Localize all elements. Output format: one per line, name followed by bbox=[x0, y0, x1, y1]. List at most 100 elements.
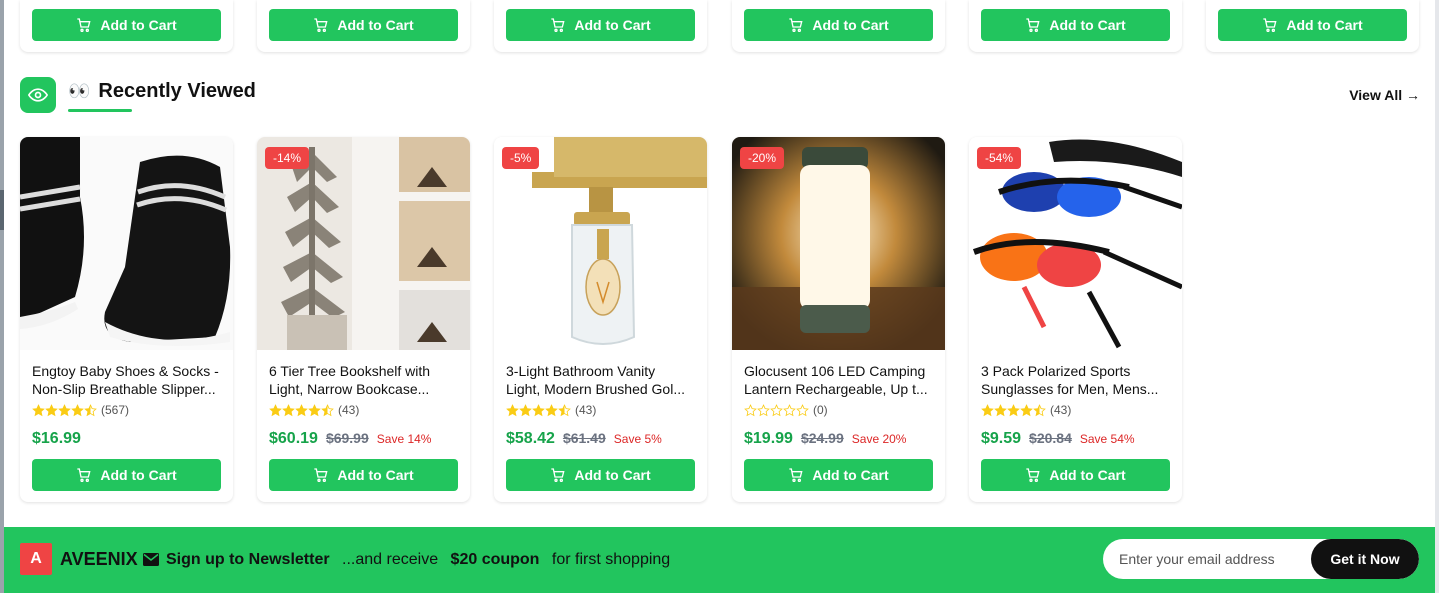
original-price: $61.49 bbox=[562, 430, 606, 446]
star-icon bbox=[783, 403, 796, 416]
star-icon bbox=[545, 403, 558, 416]
product-rating: (43) bbox=[506, 403, 596, 417]
product-card[interactable]: -54% 3 Pack Polarized Sports Sunglasses … bbox=[969, 137, 1182, 502]
star-rating-icon bbox=[506, 403, 571, 417]
add-to-cart-button[interactable]: Add to Cart bbox=[269, 459, 458, 491]
add-to-cart-label: Add to Cart bbox=[337, 467, 414, 483]
star-icon bbox=[1007, 403, 1020, 416]
brand-name[interactable]: AVEENIX bbox=[60, 549, 138, 570]
star-icon bbox=[506, 403, 519, 416]
price-row: $9.59 $20.84 Save 54% bbox=[981, 430, 1135, 448]
star-rating-icon bbox=[744, 403, 809, 417]
top-product-card: Add to Cart bbox=[494, 0, 707, 52]
star-icon bbox=[994, 403, 1007, 416]
product-card[interactable]: -20% Glocusent 106 LED Camping Lantern R… bbox=[732, 137, 945, 502]
star-icon bbox=[519, 403, 532, 416]
add-to-cart-button[interactable]: Add to Cart bbox=[506, 9, 695, 41]
add-to-cart-label: Add to Cart bbox=[1049, 17, 1126, 33]
product-image[interactable]: -14% bbox=[257, 137, 470, 350]
get-it-now-button[interactable]: Get it Now bbox=[1311, 539, 1419, 579]
product-image[interactable]: -20% bbox=[732, 137, 945, 350]
review-count: (43) bbox=[338, 403, 360, 417]
newsletter-text: Sign up to Newsletter ...and receive $20… bbox=[166, 551, 670, 569]
review-count: (43) bbox=[1050, 403, 1072, 417]
add-to-cart-label: Add to Cart bbox=[337, 17, 414, 33]
review-count: (0) bbox=[813, 403, 828, 417]
view-all-link[interactable]: View All → bbox=[1349, 87, 1420, 103]
discount-badge: -20% bbox=[740, 147, 785, 169]
product-name[interactable]: Glocusent 106 LED Camping Lantern Rechar… bbox=[744, 362, 936, 398]
eye-icon-badge bbox=[20, 77, 56, 113]
star-rating-icon bbox=[269, 403, 334, 417]
newsletter-bar: A AVEENIX Sign up to Newsletter ...and r… bbox=[4, 527, 1435, 593]
add-to-cart-label: Add to Cart bbox=[812, 17, 889, 33]
cart-icon bbox=[314, 18, 328, 32]
star-icon bbox=[58, 403, 71, 416]
eyes-emoji-icon: 👀 bbox=[68, 81, 91, 101]
cart-icon bbox=[77, 468, 91, 482]
product-rating: (43) bbox=[981, 403, 1071, 417]
price-row: $58.42 $61.49 Save 5% bbox=[506, 430, 662, 448]
star-icon bbox=[1033, 403, 1046, 416]
add-to-cart-label: Add to Cart bbox=[100, 17, 177, 33]
newsletter-coupon-text: $20 coupon bbox=[450, 551, 540, 568]
star-icon bbox=[744, 403, 757, 416]
cart-icon bbox=[1026, 468, 1040, 482]
original-price: $24.99 bbox=[800, 430, 844, 446]
cart-icon bbox=[1026, 18, 1040, 32]
star-rating-icon bbox=[32, 403, 97, 417]
product-card[interactable]: Engtoy Baby Shoes & Socks - Non-Slip Bre… bbox=[20, 137, 233, 502]
add-to-cart-button[interactable]: Add to Cart bbox=[744, 9, 933, 41]
window-left-edge bbox=[0, 0, 4, 593]
add-to-cart-button[interactable]: Add to Cart bbox=[744, 459, 933, 491]
price-row: $16.99 bbox=[32, 430, 81, 448]
brand-logo[interactable]: A bbox=[20, 543, 52, 575]
price-row: $19.99 $24.99 Save 20% bbox=[744, 430, 906, 448]
product-name[interactable]: Engtoy Baby Shoes & Socks - Non-Slip Bre… bbox=[32, 362, 224, 398]
add-to-cart-label: Add to Cart bbox=[1049, 467, 1126, 483]
add-to-cart-button[interactable]: Add to Cart bbox=[981, 9, 1170, 41]
cart-icon bbox=[314, 468, 328, 482]
add-to-cart-button[interactable]: Add to Cart bbox=[1218, 9, 1407, 41]
email-field[interactable] bbox=[1103, 539, 1323, 579]
product-rating: (0) bbox=[744, 403, 828, 417]
product-name[interactable]: 3 Pack Polarized Sports Sunglasses for M… bbox=[981, 362, 1173, 398]
add-to-cart-button[interactable]: Add to Cart bbox=[32, 459, 221, 491]
add-to-cart-label: Add to Cart bbox=[1286, 17, 1363, 33]
add-to-cart-button[interactable]: Add to Cart bbox=[32, 9, 221, 41]
cart-icon bbox=[551, 468, 565, 482]
current-price: $9.59 bbox=[981, 430, 1022, 447]
scrollbar-track[interactable] bbox=[1435, 0, 1439, 593]
section-title-underline bbox=[68, 109, 132, 112]
product-card[interactable]: -14% 6 Tier Tree Bookshelf with Light, N… bbox=[257, 137, 470, 502]
newsletter-form: Get it Now bbox=[1103, 539, 1419, 579]
star-icon bbox=[269, 403, 282, 416]
star-icon bbox=[45, 403, 58, 416]
top-product-card: Add to Cart bbox=[1206, 0, 1419, 52]
star-icon bbox=[84, 403, 97, 416]
add-to-cart-button[interactable]: Add to Cart bbox=[981, 459, 1170, 491]
cart-icon bbox=[789, 18, 803, 32]
top-product-card: Add to Cart bbox=[732, 0, 945, 52]
product-card[interactable]: -5% 3-Light Bathroom Vanity Light, Moder… bbox=[494, 137, 707, 502]
price-row: $60.19 $69.99 Save 14% bbox=[269, 430, 431, 448]
add-to-cart-button[interactable]: Add to Cart bbox=[506, 459, 695, 491]
current-price: $60.19 bbox=[269, 430, 318, 447]
add-to-cart-label: Add to Cart bbox=[574, 17, 651, 33]
product-image[interactable]: -5% bbox=[494, 137, 707, 350]
star-icon bbox=[32, 403, 45, 416]
product-image[interactable]: -54% bbox=[969, 137, 1182, 350]
newsletter-receive-text: ...and receive bbox=[342, 551, 439, 568]
top-product-card: Add to Cart bbox=[20, 0, 233, 52]
star-icon bbox=[981, 403, 994, 416]
product-rating: (567) bbox=[32, 403, 129, 417]
product-image[interactable] bbox=[20, 137, 233, 350]
product-name[interactable]: 6 Tier Tree Bookshelf with Light, Narrow… bbox=[269, 362, 461, 398]
star-icon bbox=[558, 403, 571, 416]
product-name[interactable]: 3-Light Bathroom Vanity Light, Modern Br… bbox=[506, 362, 698, 398]
add-to-cart-button[interactable]: Add to Cart bbox=[269, 9, 458, 41]
newsletter-first-text: for first shopping bbox=[551, 551, 671, 568]
savings-text: Save 14% bbox=[376, 432, 432, 446]
star-icon bbox=[71, 403, 84, 416]
savings-text: Save 54% bbox=[1079, 432, 1135, 446]
